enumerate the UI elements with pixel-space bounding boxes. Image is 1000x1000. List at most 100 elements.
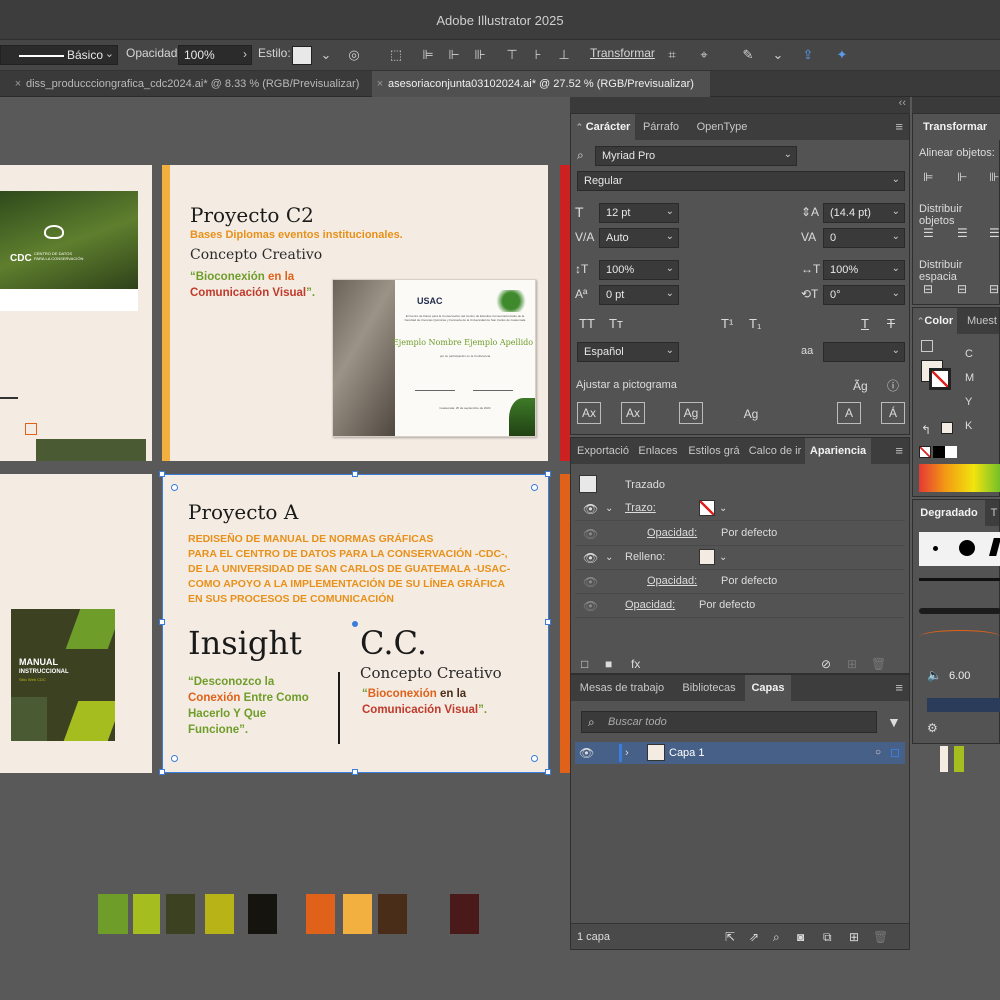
stroke-opacity-row[interactable]: 👁 Opacidad: Por defecto [575,522,905,546]
transform-link[interactable]: Transformar [590,46,655,60]
eye-icon[interactable]: 👁 [579,745,594,761]
tab-estilos-graficos[interactable]: Estilos grá [683,438,745,464]
tab-color[interactable]: ⌃Color [913,308,957,334]
envelope-icon[interactable]: ⌖ [696,47,712,63]
share-icon[interactable]: ⇪ [800,47,816,63]
subscript-icon[interactable]: T₁ [749,316,761,332]
black-swatch[interactable] [933,446,945,458]
selection-indicator[interactable] [891,749,899,757]
stroke-color-box[interactable] [929,368,951,390]
color-spectrum[interactable] [919,464,1000,492]
anti-alias-select[interactable]: ⌄ [823,342,905,362]
tab-caracter[interactable]: ⌃ Carácter [571,114,635,140]
underline-icon[interactable]: T [861,316,869,332]
baseline-shift-field[interactable]: 0 pt ⌄ [599,285,679,305]
shape-icon[interactable]: ⬚ [388,47,404,63]
brush-swatches[interactable] [919,532,1000,566]
info-icon[interactable]: ⓘ [887,378,899,394]
tab-muestras[interactable]: Muest [963,308,1000,334]
snap-bounds-icon[interactable]: Ag [679,402,703,424]
tab-transformar[interactable]: Transformar [913,114,1000,140]
panel-menu-icon[interactable]: ≡ [895,119,903,134]
canvas[interactable]: CDC CENTRO DE DATOS PARA LA CONSERVACIÓN … [0,97,570,1000]
align-center-icon[interactable]: ⊩ [957,169,967,185]
distribute-bottom-icon[interactable]: ☰ [989,225,1000,241]
object-opacity-row[interactable]: 👁 Opacidad: Por defecto [575,594,905,618]
spacing-vertical-icon[interactable]: ⊟ [923,281,933,297]
brush-options-icon[interactable]: ⚙ [927,720,938,736]
brush-pattern[interactable] [927,698,1000,712]
brush-stroke-3[interactable] [919,630,1000,644]
style-swatch[interactable] [292,46,312,65]
add-fill-icon[interactable]: ■ [605,656,612,672]
panel-menu-icon[interactable]: ≡ [895,443,903,458]
align-center-icon[interactable]: ⊩ [446,47,462,63]
search-font-icon[interactable]: ⌕ [577,147,584,163]
align-bottom-icon[interactable]: ⊥ [556,47,572,63]
snap-proximity-icon[interactable]: Ag [739,404,763,424]
spacing-icon[interactable]: ⊟ [989,281,999,297]
white-swatch[interactable] [945,446,957,458]
chevron-down-icon[interactable]: ⌄ [770,47,786,63]
selection-handle[interactable] [545,769,551,775]
tab-capas[interactable]: Capas [745,675,791,701]
fill-swatch[interactable] [699,549,715,565]
snap-baseline-icon[interactable]: Ax [577,402,601,424]
new-sublayer-icon[interactable]: ⧉ [823,929,832,945]
font-family-field[interactable]: Myriad Pro ⌄ [595,146,797,166]
rotation-field[interactable]: 0° ⌄ [823,285,905,305]
brush-calligraphic[interactable] [989,538,1000,556]
collect-export-icon[interactable]: ⇱ [725,929,735,945]
eye-icon[interactable]: 👁 [583,501,598,517]
add-stroke-icon[interactable]: □ [581,656,588,672]
opacity-label[interactable]: Opacidad: [647,575,697,587]
snap-rotation-icon[interactable]: Á [881,402,905,424]
tab-opentype[interactable]: OpenType [689,114,755,140]
tab-document-1[interactable]: × diss_produccciongrafica_cdc2024.ai* @ 8… [10,71,372,97]
filter-icon[interactable]: ▼ [887,714,901,730]
brush-library-icon[interactable]: 🔈 [927,667,942,683]
font-size-field[interactable]: 12 pt ⌄ [599,203,679,223]
panel-menu-icon[interactable]: ≡ [895,680,903,695]
stroke-swatch[interactable] [699,500,715,516]
export-icon[interactable]: ⇗ [749,929,759,945]
close-icon[interactable]: × [10,78,26,90]
none-swatch[interactable] [919,446,931,458]
glyph-icon[interactable]: Ãg [853,378,868,394]
isolate-icon[interactable]: ⌗ [664,47,680,63]
artboard-manual[interactable]: MANUAL INSTRUCCIONAL Sitio Web CDC [0,474,152,773]
puppet-icon[interactable]: ✎ [740,47,756,63]
opacity-field[interactable]: 100% › [178,45,252,65]
selection-handle[interactable] [352,471,358,477]
corner-widget[interactable] [171,755,178,762]
horizontal-scale-field[interactable]: 100% ⌄ [823,260,905,280]
align-left-icon[interactable]: ⊫ [420,47,436,63]
selection-handle[interactable] [159,471,165,477]
distribute-middle-icon[interactable]: ☰ [957,225,968,241]
opacity-label[interactable]: Opacidad: [647,527,697,539]
brush-stroke-1[interactable] [919,578,1000,581]
chevron-right-icon[interactable]: › [625,745,629,761]
vertical-scale-field[interactable]: 100% ⌄ [599,260,679,280]
align-right-icon[interactable]: ⊪ [989,169,999,185]
all-caps-icon[interactable]: TT [579,316,595,332]
tab-parrafo[interactable]: Párrafo [635,114,687,140]
tab-calco-de-imagen[interactable]: Calco de ir [745,438,805,464]
kerning-field[interactable]: Auto ⌄ [599,228,679,248]
font-style-field[interactable]: Regular ⌄ [577,171,905,191]
selection-handle[interactable] [159,619,165,625]
layer-row-capa-1[interactable]: 👁 › Capa 1 ○ [575,742,905,764]
recolor-icon[interactable]: ◎ [346,47,362,63]
chevron-down-icon[interactable]: ⌄ [719,501,727,517]
strikethrough-icon[interactable]: T [887,316,895,332]
corner-widget[interactable] [171,484,178,491]
align-left-icon[interactable]: ⊫ [923,169,933,185]
add-effect-icon[interactable]: fx [631,656,640,672]
stroke-row[interactable]: 👁 ⌄ Trazo: ⌄ [575,497,905,521]
tab-document-2[interactable]: × asesoriaconjunta03102024.ai* @ 27.52 % … [372,71,710,97]
chevron-down-icon[interactable]: ⌄ [605,550,613,566]
clipping-mask-icon[interactable]: ◙ [797,929,804,945]
align-middle-icon[interactable]: ⊦ [530,47,546,63]
brush-stroke-2[interactable] [919,608,1000,614]
snap-xheight-icon[interactable]: Ax [621,402,645,424]
